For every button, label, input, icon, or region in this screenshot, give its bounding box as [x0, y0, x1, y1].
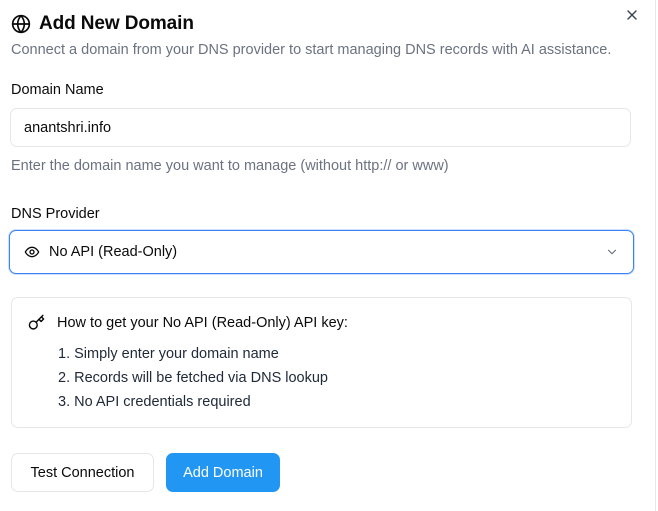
eye-icon — [24, 246, 40, 258]
instruction-step: 2. Records will be fetched via DNS looku… — [58, 370, 328, 386]
domain-name-label: Domain Name — [11, 82, 104, 98]
chevron-down-icon — [607, 249, 617, 255]
domain-name-helper: Enter the domain name you want to manage… — [11, 158, 449, 174]
api-key-info-box: How to get your No API (Read-Only) API k… — [11, 297, 632, 428]
dns-provider-select[interactable]: No API (Read-Only) — [9, 230, 634, 274]
test-connection-button[interactable]: Test Connection — [11, 453, 154, 492]
close-button[interactable] — [622, 5, 642, 25]
info-box-header: How to get your No API (Read-Only) API k… — [28, 314, 348, 331]
info-box-title: How to get your No API (Read-Only) API k… — [57, 314, 348, 331]
instruction-steps: 1. Simply enter your domain name 2. Reco… — [58, 342, 328, 414]
add-domain-dialog: Add New Domain Connect a domain from you… — [0, 0, 658, 511]
instruction-step: 3. No API credentials required — [58, 394, 251, 410]
domain-name-input[interactable] — [10, 108, 631, 147]
add-domain-button[interactable]: Add Domain — [166, 453, 280, 492]
dns-provider-label: DNS Provider — [11, 206, 100, 222]
dialog-title: Add New Domain — [39, 13, 194, 34]
dialog-header: Add New Domain — [11, 13, 194, 35]
instruction-step: 1. Simply enter your domain name — [58, 346, 279, 362]
dialog-subtitle: Connect a domain from your DNS provider … — [11, 42, 612, 58]
key-icon — [28, 314, 45, 330]
close-icon — [627, 10, 637, 20]
dns-provider-selected-value: No API (Read-Only) — [49, 244, 178, 260]
globe-icon — [11, 14, 31, 34]
dialog-border — [655, 0, 656, 511]
